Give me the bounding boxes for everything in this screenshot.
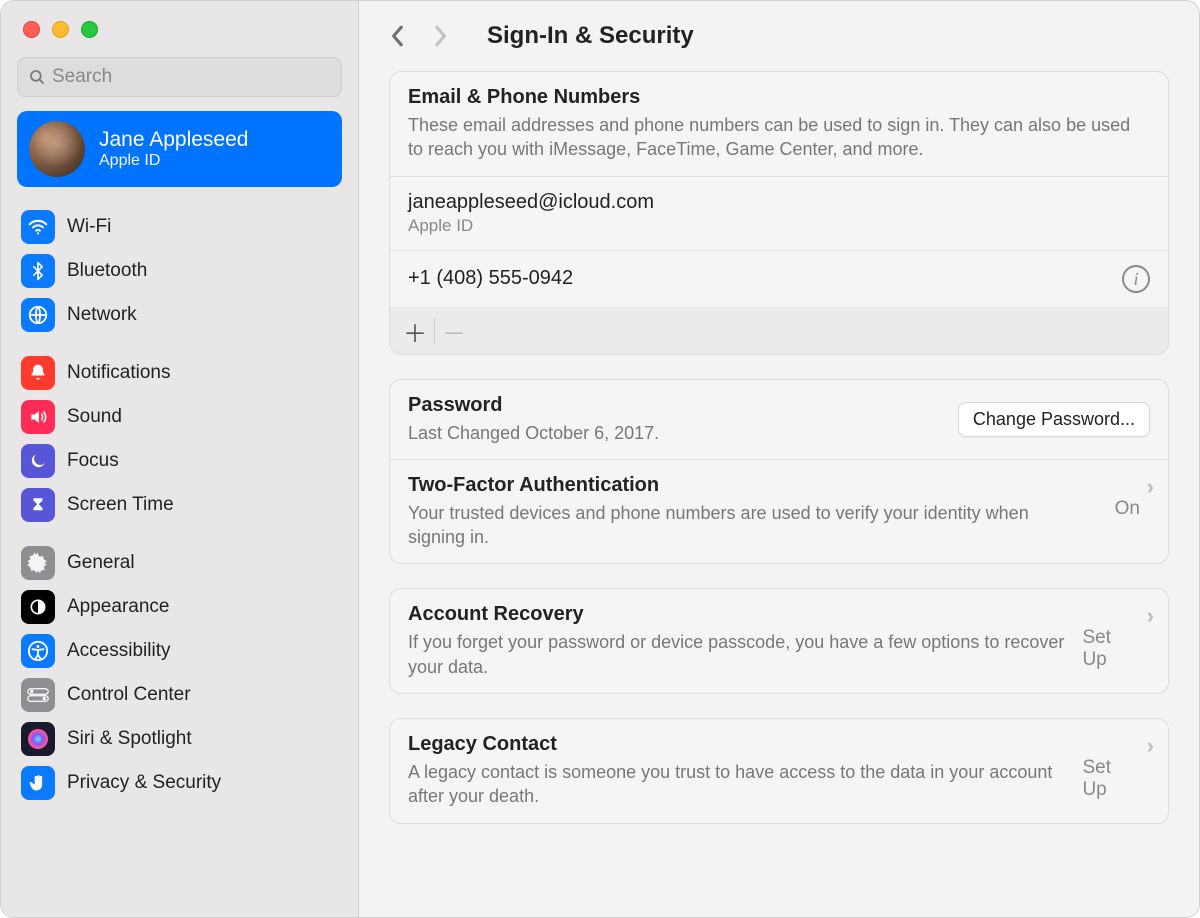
sidebar-item-label: Sound bbox=[67, 406, 122, 428]
globe-icon bbox=[21, 298, 55, 332]
contact-phone-value: +1 (408) 555-0942 bbox=[408, 267, 573, 290]
sidebar-item-label: General bbox=[67, 552, 135, 574]
add-remove-bar: ＋ － bbox=[390, 307, 1168, 354]
contact-email-value: janeappleseed@icloud.com bbox=[408, 191, 1150, 214]
card-password-2fa: Password Last Changed October 6, 2017. C… bbox=[389, 379, 1169, 565]
separator bbox=[434, 318, 435, 344]
recovery-desc: If you forget your password or device pa… bbox=[408, 630, 1082, 679]
sidebar-item-label: Bluetooth bbox=[67, 260, 147, 282]
sidebar-item-label: Appearance bbox=[67, 596, 169, 618]
forward-button[interactable] bbox=[425, 21, 455, 51]
sidebar-group-alerts: Notifications Sound Focus Screen Time bbox=[1, 351, 358, 541]
sidebar-item-control-center[interactable]: Control Center bbox=[17, 673, 342, 717]
sidebar-group-system: General Appearance Accessibility Control… bbox=[1, 541, 358, 819]
sidebar-item-label: Focus bbox=[67, 450, 119, 472]
email-phone-title: Email & Phone Numbers bbox=[408, 86, 1150, 109]
sidebar-item-screen-time[interactable]: Screen Time bbox=[17, 483, 342, 527]
sidebar-account-row[interactable]: Jane Appleseed Apple ID bbox=[17, 111, 342, 187]
chevron-right-icon: › bbox=[1147, 474, 1154, 500]
sidebar-item-notifications[interactable]: Notifications bbox=[17, 351, 342, 395]
content-pane: Sign-In & Security Email & Phone Numbers… bbox=[359, 1, 1199, 917]
account-name: Jane Appleseed bbox=[99, 128, 248, 152]
search-input[interactable]: Search bbox=[17, 57, 342, 97]
page-title: Sign-In & Security bbox=[487, 22, 694, 50]
sidebar-item-label: Screen Time bbox=[67, 494, 174, 516]
sidebar-item-label: Network bbox=[67, 304, 137, 326]
minimize-window-button[interactable] bbox=[52, 21, 69, 38]
sidebar-item-label: Privacy & Security bbox=[67, 772, 221, 794]
back-button[interactable] bbox=[383, 21, 413, 51]
sidebar-item-network[interactable]: Network bbox=[17, 293, 342, 337]
card-email-phone: Email & Phone Numbers These email addres… bbox=[389, 71, 1169, 355]
account-subtitle: Apple ID bbox=[99, 152, 248, 170]
twofa-row[interactable]: Two-Factor Authentication Your trusted d… bbox=[390, 459, 1168, 564]
sidebar-item-privacy-security[interactable]: Privacy & Security bbox=[17, 761, 342, 805]
legacy-desc: A legacy contact is someone you trust to… bbox=[408, 760, 1082, 809]
gear-icon bbox=[21, 546, 55, 580]
sidebar-item-bluetooth[interactable]: Bluetooth bbox=[17, 249, 342, 293]
window-controls bbox=[1, 1, 358, 57]
contact-entry-phone[interactable]: +1 (408) 555-0942 i bbox=[390, 250, 1168, 307]
speaker-icon bbox=[21, 400, 55, 434]
twofa-status: On bbox=[1115, 498, 1140, 520]
password-desc: Last Changed October 6, 2017. bbox=[408, 421, 659, 445]
search-icon bbox=[28, 68, 46, 86]
zoom-window-button[interactable] bbox=[81, 21, 98, 38]
contact-email-sub: Apple ID bbox=[408, 216, 1150, 236]
remove-contact-button[interactable]: － bbox=[439, 314, 469, 348]
search-placeholder: Search bbox=[52, 66, 112, 88]
wifi-icon bbox=[21, 210, 55, 244]
chevron-right-icon: › bbox=[1147, 603, 1154, 629]
sidebar-item-wifi[interactable]: Wi-Fi bbox=[17, 205, 342, 249]
sidebar-item-label: Control Center bbox=[67, 684, 191, 706]
contact-entry-email[interactable]: janeappleseed@icloud.com Apple ID bbox=[390, 176, 1168, 250]
bell-icon bbox=[21, 356, 55, 390]
legacy-status: Set Up bbox=[1082, 757, 1140, 801]
sidebar-item-general[interactable]: General bbox=[17, 541, 342, 585]
password-title: Password bbox=[408, 394, 659, 417]
sidebar-item-accessibility[interactable]: Accessibility bbox=[17, 629, 342, 673]
settings-window: Search Jane Appleseed Apple ID Wi-Fi bbox=[0, 0, 1200, 918]
recovery-title: Account Recovery bbox=[408, 603, 1082, 626]
sidebar-item-siri-spotlight[interactable]: Siri & Spotlight bbox=[17, 717, 342, 761]
hourglass-icon bbox=[21, 488, 55, 522]
card-legacy-contact: Legacy Contact A legacy contact is someo… bbox=[389, 718, 1169, 824]
appearance-icon bbox=[21, 590, 55, 624]
switches-icon bbox=[21, 678, 55, 712]
accessibility-icon bbox=[21, 634, 55, 668]
legacy-contact-row[interactable]: Legacy Contact A legacy contact is someo… bbox=[390, 719, 1168, 823]
change-password-button[interactable]: Change Password... bbox=[958, 402, 1150, 437]
close-window-button[interactable] bbox=[23, 21, 40, 38]
sidebar-item-sound[interactable]: Sound bbox=[17, 395, 342, 439]
sidebar-item-focus[interactable]: Focus bbox=[17, 439, 342, 483]
bluetooth-icon bbox=[21, 254, 55, 288]
info-icon[interactable]: i bbox=[1122, 265, 1150, 293]
add-contact-button[interactable]: ＋ bbox=[400, 314, 430, 348]
sidebar: Search Jane Appleseed Apple ID Wi-Fi bbox=[1, 1, 359, 917]
twofa-title: Two-Factor Authentication bbox=[408, 474, 1088, 497]
topbar: Sign-In & Security bbox=[359, 1, 1199, 61]
email-phone-desc: These email addresses and phone numbers … bbox=[408, 113, 1150, 162]
sidebar-item-appearance[interactable]: Appearance bbox=[17, 585, 342, 629]
siri-icon bbox=[21, 722, 55, 756]
password-row: Password Last Changed October 6, 2017. C… bbox=[390, 380, 1168, 459]
sidebar-item-label: Siri & Spotlight bbox=[67, 728, 192, 750]
avatar bbox=[29, 121, 85, 177]
legacy-title: Legacy Contact bbox=[408, 733, 1082, 756]
sidebar-item-label: Notifications bbox=[67, 362, 171, 384]
moon-icon bbox=[21, 444, 55, 478]
sidebar-item-label: Accessibility bbox=[67, 640, 170, 662]
card-account-recovery: Account Recovery If you forget your pass… bbox=[389, 588, 1169, 694]
hand-icon bbox=[21, 766, 55, 800]
recovery-status: Set Up bbox=[1082, 627, 1140, 671]
twofa-desc: Your trusted devices and phone numbers a… bbox=[408, 501, 1088, 550]
sidebar-group-network: Wi-Fi Bluetooth Network bbox=[1, 205, 358, 351]
account-recovery-row[interactable]: Account Recovery If you forget your pass… bbox=[390, 589, 1168, 693]
sidebar-item-label: Wi-Fi bbox=[67, 216, 111, 238]
chevron-right-icon: › bbox=[1147, 733, 1154, 759]
